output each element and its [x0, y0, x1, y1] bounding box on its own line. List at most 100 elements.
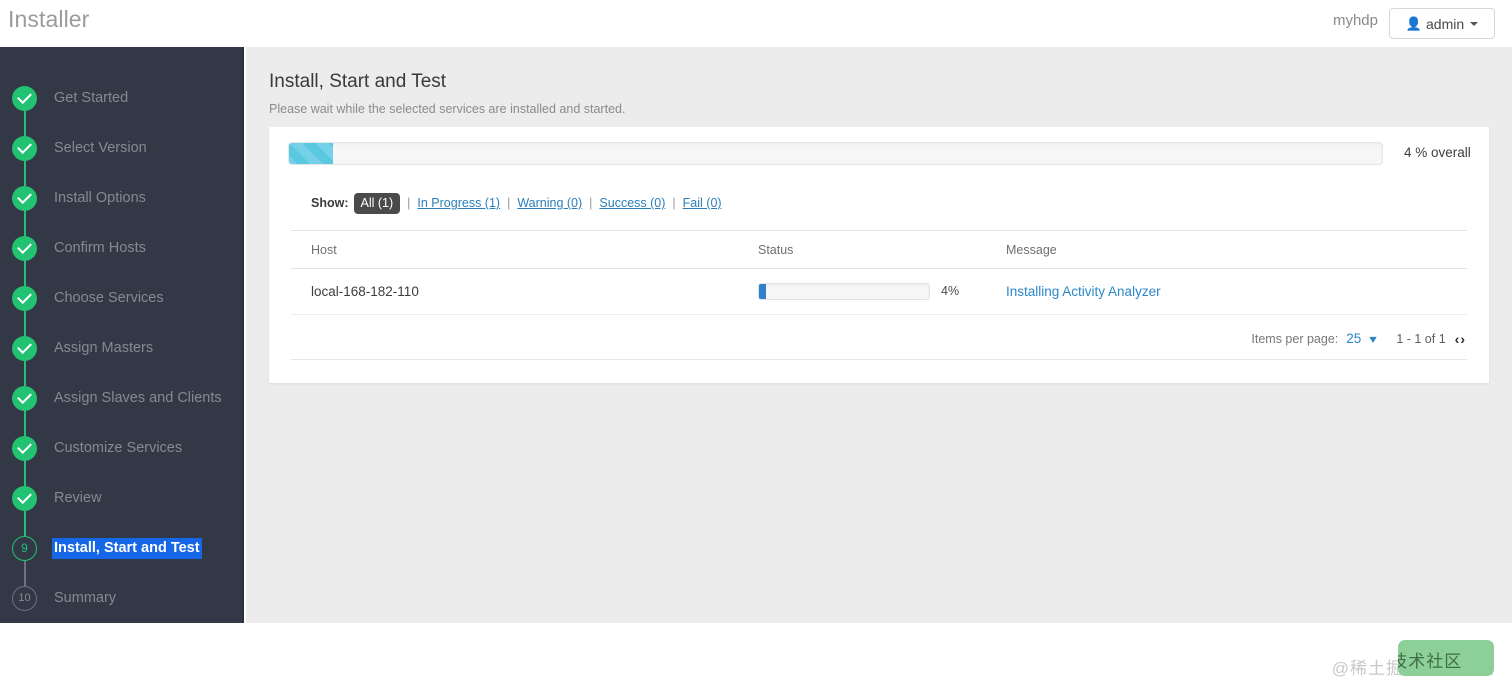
status-filter-fail-0[interactable]: Fail (0) — [683, 196, 722, 210]
step-complete-check-icon — [12, 286, 37, 311]
sidebar-step-label: Customize Services — [54, 440, 182, 456]
status-filter-success-0[interactable]: Success (0) — [599, 196, 665, 210]
main-content: Install, Start and Test Please wait whil… — [246, 47, 1512, 623]
sidebar-step-assign-slaves-and-clients[interactable]: Assign Slaves and Clients — [0, 373, 244, 423]
previous-page-button[interactable]: ‹ — [1455, 331, 1460, 347]
filter-separator: | — [407, 196, 410, 210]
overall-progress-fill — [289, 143, 333, 164]
wizard-sidebar: Get Started Select Version Install Options… — [0, 47, 244, 623]
sidebar-step-label: Confirm Hosts — [54, 240, 146, 256]
host-name: local-168-182-110 — [311, 284, 419, 299]
sidebar-step-label: Summary — [54, 590, 116, 606]
user-menu-label: admin — [1426, 16, 1464, 32]
step-connector-line — [24, 560, 26, 586]
step-complete-check-icon — [12, 436, 37, 461]
overall-progress-label: 4 % overall — [1404, 145, 1471, 160]
filter-separator: | — [672, 196, 675, 210]
step-connector-line — [24, 110, 26, 136]
step-connector-line — [24, 310, 26, 336]
step-complete-check-icon — [12, 236, 37, 261]
check-icon — [17, 339, 32, 354]
host-progress-label: 4% — [941, 284, 959, 298]
app-title: Installer — [8, 6, 89, 33]
check-icon — [17, 189, 32, 204]
page-subtitle: Please wait while the selected services … — [269, 102, 625, 116]
step-connector-line — [24, 410, 26, 436]
overall-progress-row: 4 % overall — [269, 142, 1489, 176]
sidebar-step-label: Install, Start and Test — [52, 538, 202, 559]
sidebar-step-label: Select Version — [54, 140, 147, 156]
status-filter-all-1[interactable]: All (1) — [354, 193, 401, 214]
column-header-message: Message — [1006, 243, 1467, 257]
overall-progress-bar — [288, 142, 1383, 165]
step-number-badge: 9 — [12, 536, 37, 561]
status-filter-row: Show: All (1) | In Progress (1) | Warning (0… — [269, 187, 1489, 219]
sidebar-step-confirm-hosts[interactable]: Confirm Hosts — [0, 223, 244, 273]
table-body: local-168-182-110 4% Installing Activity A… — [291, 269, 1467, 315]
status-message-link[interactable]: Installing Activity Analyzer — [1006, 284, 1161, 299]
step-connector-line — [24, 460, 26, 486]
pagination-range-label: 1 - 1 of 1 — [1396, 332, 1445, 346]
step-connector-line — [24, 260, 26, 286]
check-icon — [17, 489, 32, 504]
step-connector-line — [24, 210, 26, 236]
check-icon — [17, 289, 32, 304]
step-connector-line — [24, 360, 26, 386]
chevron-down-icon[interactable]: ▾ — [1370, 333, 1378, 345]
status-filter-in-progress-1[interactable]: In Progress (1) — [417, 196, 500, 210]
step-complete-check-icon — [12, 386, 37, 411]
sidebar-step-label: Review — [54, 490, 102, 506]
host-status-table: Host Status Message local-168-182-110 4% I… — [291, 231, 1467, 315]
step-connector-line — [24, 160, 26, 186]
user-icon: 👤 — [1406, 17, 1422, 30]
step-complete-check-icon — [12, 486, 37, 511]
filter-separator: | — [507, 196, 510, 210]
check-icon — [17, 239, 32, 254]
sidebar-step-label: Install Options — [54, 190, 146, 206]
sidebar-step-label: Assign Slaves and Clients — [54, 390, 222, 406]
sidebar-step-review[interactable]: Review — [0, 473, 244, 523]
check-icon — [17, 89, 32, 104]
column-header-host: Host — [291, 243, 758, 257]
page-title: Install, Start and Test — [269, 71, 446, 93]
status-filter-warning-0[interactable]: Warning (0) — [517, 196, 582, 210]
sidebar-step-label: Assign Masters — [54, 340, 153, 356]
filter-separator: | — [589, 196, 592, 210]
column-header-status: Status — [758, 243, 1006, 257]
cell-status: 4% — [758, 283, 1006, 301]
sidebar-step-install-options[interactable]: Install Options — [0, 173, 244, 223]
table-header-row: Host Status Message — [291, 231, 1467, 269]
sidebar-step-install-start-and-test[interactable]: 9 Install, Start and Test — [0, 523, 244, 573]
sidebar-step-choose-services[interactable]: Choose Services — [0, 273, 244, 323]
sidebar-step-summary[interactable]: 10 Summary — [0, 573, 244, 623]
show-label: Show: — [311, 196, 349, 210]
step-complete-check-icon — [12, 86, 37, 111]
host-progress-bar — [758, 283, 930, 300]
check-icon — [17, 439, 32, 454]
step-connector-line — [24, 510, 26, 536]
top-header-bar: Installer myhdp 👤 admin — [0, 0, 1512, 46]
install-progress-card: 4 % overall Show: All (1) | In Progress (1… — [269, 127, 1489, 383]
cluster-name: myhdp — [1333, 12, 1378, 29]
table-row: local-168-182-110 4% Installing Activity A… — [291, 269, 1467, 315]
host-progress-fill — [759, 284, 766, 299]
cell-host: local-168-182-110 — [291, 283, 758, 301]
sidebar-step-assign-masters[interactable]: Assign Masters — [0, 323, 244, 373]
check-icon — [17, 139, 32, 154]
next-page-button[interactable]: › — [1460, 331, 1465, 347]
caret-down-icon — [1470, 22, 1478, 26]
step-complete-check-icon — [12, 136, 37, 161]
watermark-text-overlay: @稀土掘金技术社区 — [1398, 647, 1462, 672]
items-per-page-select[interactable]: 25 — [1346, 331, 1361, 346]
step-complete-check-icon — [12, 186, 37, 211]
sidebar-step-customize-services[interactable]: Customize Services — [0, 423, 244, 473]
sidebar-step-select-version[interactable]: Select Version — [0, 123, 244, 173]
items-per-page-label: Items per page: — [1251, 332, 1338, 346]
check-icon — [17, 389, 32, 404]
sidebar-step-label: Get Started — [54, 90, 128, 106]
step-number-badge: 10 — [12, 586, 37, 611]
watermark-highlight-text: @稀土掘金技术社区 — [1398, 640, 1494, 676]
pagination-controls: Items per page: 25 ▾ 1 - 1 of 1 ‹ › — [291, 318, 1467, 360]
sidebar-step-get-started[interactable]: Get Started — [0, 73, 244, 123]
user-menu-button[interactable]: 👤 admin — [1389, 8, 1495, 39]
